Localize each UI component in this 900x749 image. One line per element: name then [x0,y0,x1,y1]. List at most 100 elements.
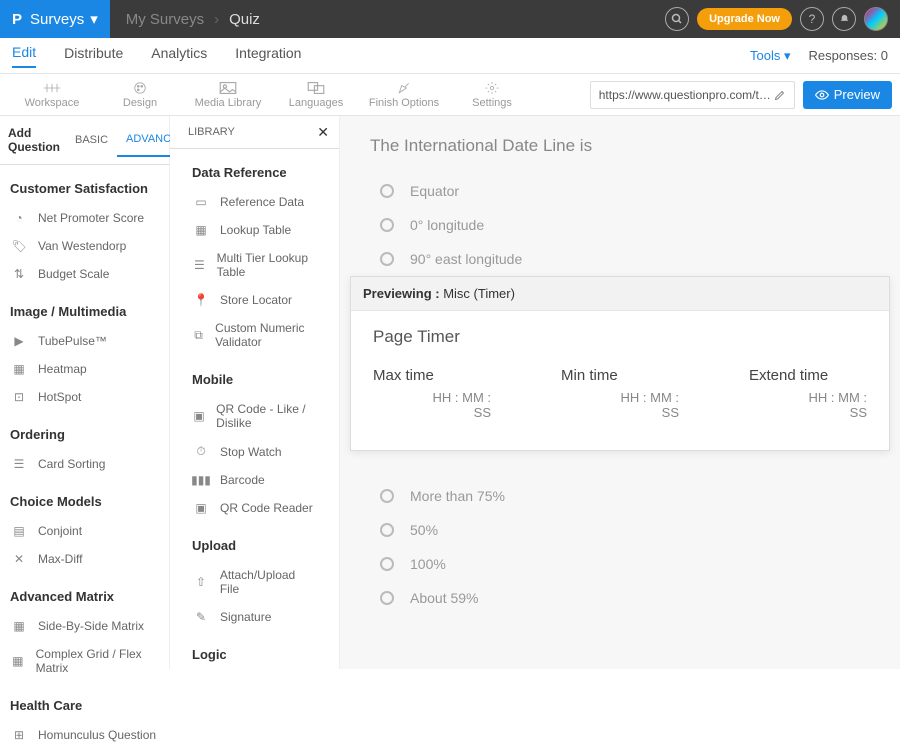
question-text: The International Date Line is [370,136,890,156]
item-qr-like[interactable]: ▣QR Code - Like / Dislike [192,395,317,437]
item-conjoint[interactable]: ▤Conjoint [10,517,159,545]
item-budget-scale[interactable]: ⇅Budget Scale [10,260,159,288]
item-barcode[interactable]: ▮▮▮Barcode [192,466,317,494]
item-signature[interactable]: ✎Signature [192,603,317,631]
body-icon: ⊞ [10,728,28,742]
add-question-label: Add Question [0,116,66,164]
chevron-right-icon: › [214,11,219,28]
pencil-icon[interactable] [774,89,786,101]
option-row[interactable]: About 59% [360,581,890,615]
data-icon: ▭ [192,195,210,209]
cat-data-reference: Data Reference [192,165,317,180]
item-heatmap[interactable]: ▦Heatmap [10,355,159,383]
item-hotspot[interactable]: ⊡HotSpot [10,383,159,411]
option-label: 100% [410,556,446,572]
extend-time-label: Extend time [749,367,867,384]
item-homunculus[interactable]: ⊞Homunculus Question [10,721,159,749]
survey-url[interactable]: https://www.questionpro.com/t/AW22ZgMV [590,81,795,109]
radio-icon[interactable] [380,252,394,266]
cat-advanced-matrix: Advanced Matrix [10,589,159,604]
item-sidebyside[interactable]: ▦Side-By-Side Matrix [10,612,159,640]
tab-distribute[interactable]: Distribute [64,45,123,67]
option-label: Equator [410,183,459,199]
item-tubepulse[interactable]: ▶TubePulse™ [10,327,159,355]
tab-edit[interactable]: Edit [12,44,36,68]
radio-icon[interactable] [380,591,394,605]
tool-settings-label: Settings [472,97,512,109]
radio-icon[interactable] [380,489,394,503]
cards-icon: ☰ [10,457,28,471]
qrreader-icon: ▣ [192,501,210,515]
item-reference-data[interactable]: ▭Reference Data [192,188,317,216]
item-net-promoter[interactable]: ◔Net Promoter Score [10,204,159,232]
responses-count[interactable]: Responses: 0 [809,48,889,63]
tab-analytics[interactable]: Analytics [151,45,207,67]
chevron-down-icon: ▾ [90,10,98,28]
page-timer-title: Page Timer [373,327,867,347]
option-label: 50% [410,522,438,538]
option-row[interactable]: 100% [360,547,890,581]
item-qr-reader[interactable]: ▣QR Code Reader [192,494,317,522]
option-label: About 59% [410,590,479,606]
tools-icon: ✕ [10,552,28,566]
tool-design[interactable]: Design [96,81,184,109]
tool-design-label: Design [123,97,157,109]
option-row[interactable]: More than 75% [360,479,890,513]
qr-icon: ▣ [192,409,206,423]
radio-icon[interactable] [380,523,394,537]
upgrade-button[interactable]: Upgrade Now [697,8,792,30]
breadcrumb-root[interactable]: My Surveys [126,11,204,28]
option-row[interactable]: 50% [360,513,890,547]
tool-settings[interactable]: Settings [448,81,536,109]
tool-media[interactable]: Media Library [184,81,272,109]
validator-icon: ⧉ [192,328,205,343]
item-stopwatch[interactable]: ⏱Stop Watch [192,437,317,466]
tools-dropdown[interactable]: Tools ▾ [750,48,791,64]
tool-workspace[interactable]: Workspace [8,81,96,109]
tab-basic[interactable]: BASIC [66,124,117,156]
brand-surveys[interactable]: P Surveys ▾ [0,0,110,38]
preview-button-label: Preview [834,87,880,102]
preview-button[interactable]: Preview [803,81,892,109]
min-time-format: HH : MM : SS [561,390,679,420]
cat-upload: Upload [192,538,317,553]
max-time-format: HH : MM : SS [373,390,491,420]
bell-icon[interactable] [832,7,856,31]
close-icon[interactable]: ✕ [307,124,339,141]
item-store-locator[interactable]: 📍Store Locator [192,286,317,314]
item-numeric-validator[interactable]: ⧉Custom Numeric Validator [192,314,317,356]
stopwatch-icon: ⏱ [192,444,210,459]
radio-icon[interactable] [380,184,394,198]
breadcrumb: My Surveys › Quiz [110,11,260,28]
brand-logo-icon: P [12,11,22,28]
preview-popover: Previewing : Misc (Timer) Page Timer Max… [350,276,890,451]
cat-health-care: Health Care [10,698,159,713]
tool-media-label: Media Library [195,97,262,109]
radio-icon[interactable] [380,218,394,232]
cat-logic: Logic [192,647,317,662]
help-icon[interactable]: ? [800,7,824,31]
survey-url-text: https://www.questionpro.com/t/AW22ZgMV [599,88,774,102]
tab-integration[interactable]: Integration [235,45,301,67]
item-van-westendorp[interactable]: 🏷Van Westendorp [10,232,159,260]
radio-icon[interactable] [380,557,394,571]
tool-finish[interactable]: Finish Options [360,81,448,109]
option-row[interactable]: 90° east longitude [360,242,890,276]
search-icon[interactable] [665,7,689,31]
preview-header-value: Misc (Timer) [443,286,515,301]
item-multi-tier-lookup[interactable]: ☰Multi Tier Lookup Table [192,244,317,286]
item-attach-file[interactable]: ⇧Attach/Upload File [192,561,317,603]
cat-mobile: Mobile [192,372,317,387]
tab-library[interactable]: LIBRARY [174,116,249,148]
option-row[interactable]: Equator [360,174,890,208]
item-card-sorting[interactable]: ☰Card Sorting [10,450,159,478]
option-label: 90° east longitude [410,251,522,267]
item-lookup-table[interactable]: ▦Lookup Table [192,216,317,244]
upload-icon: ⇧ [192,575,210,589]
option-row[interactable]: 0° longitude [360,208,890,242]
avatar[interactable] [864,7,888,31]
item-complex-grid[interactable]: ▦Complex Grid / Flex Matrix [10,640,159,682]
extend-time-format: HH : MM : SS [749,390,867,420]
tool-languages[interactable]: Languages [272,81,360,109]
item-maxdiff[interactable]: ✕Max-Diff [10,545,159,573]
